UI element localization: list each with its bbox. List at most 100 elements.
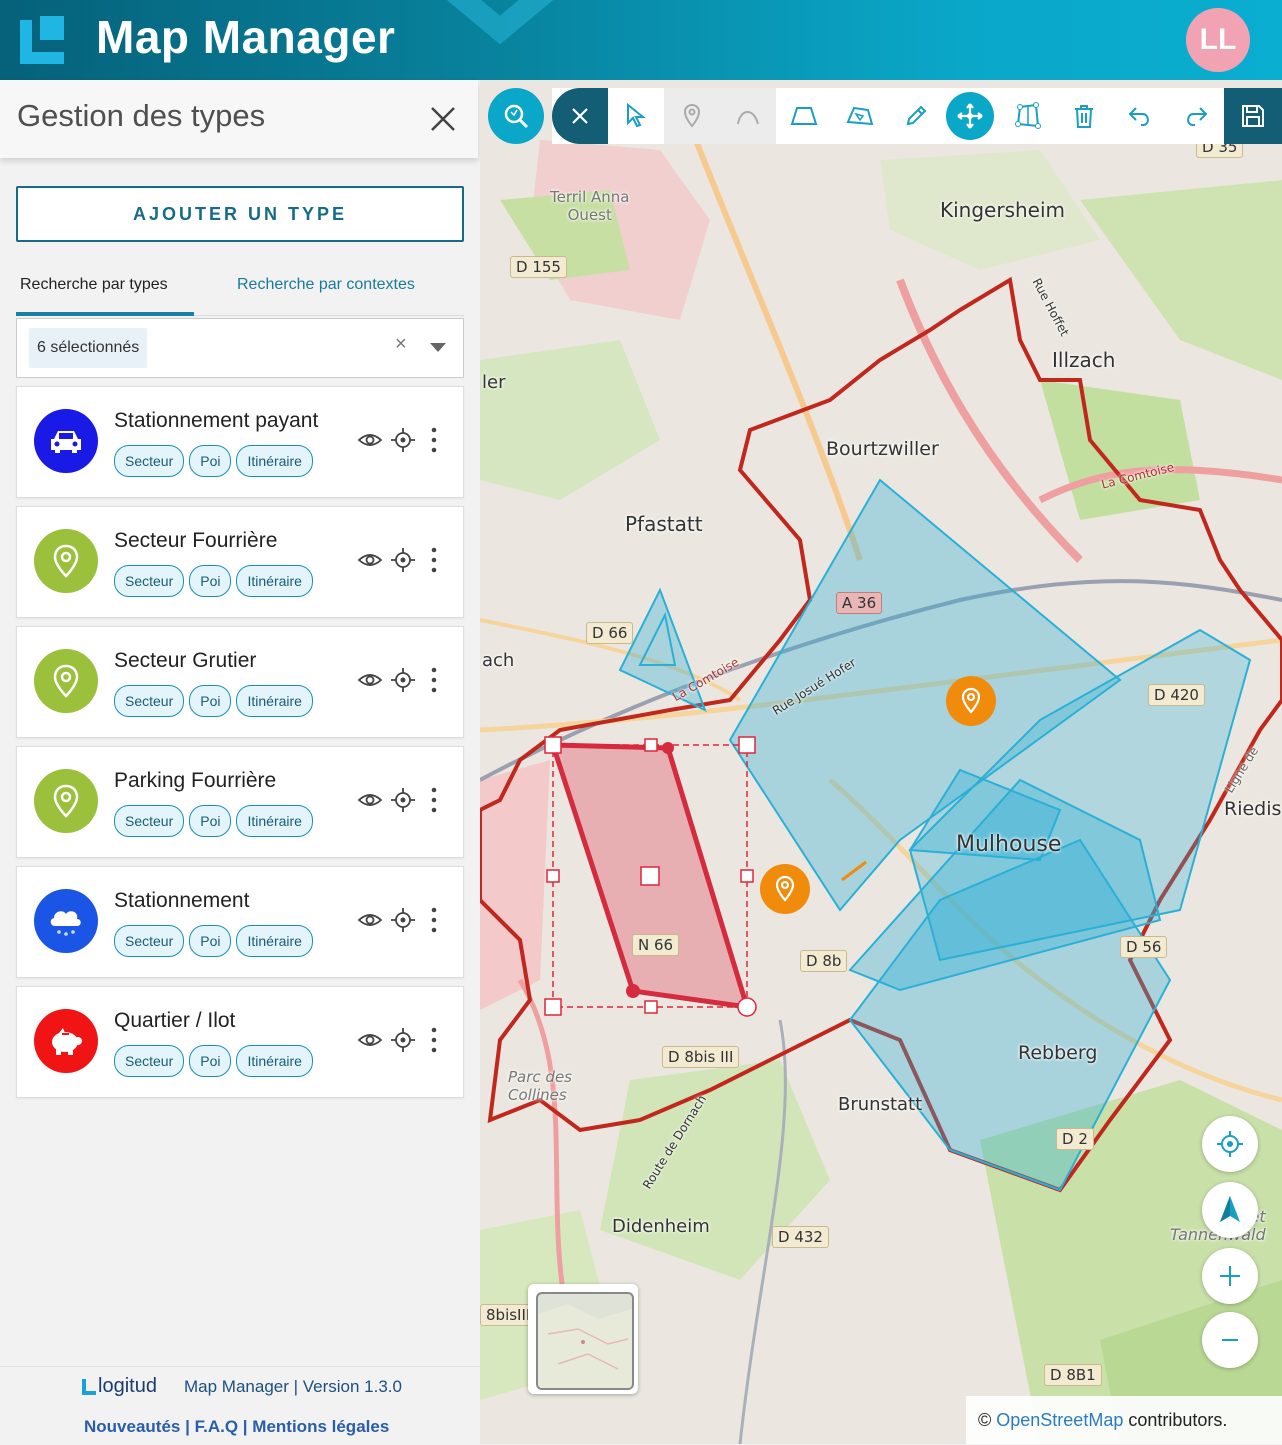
tag-poi[interactable]: Poi (189, 1045, 232, 1077)
more-options-icon[interactable] (425, 1027, 451, 1053)
visibility-eye-icon[interactable] (357, 427, 383, 453)
trash-icon[interactable] (1056, 88, 1112, 144)
type-card: Stationnement Secteur Poi Itinéraire (16, 866, 464, 978)
map-label-brunstatt: Brunstatt (838, 1094, 923, 1115)
locate-target-icon[interactable] (390, 907, 416, 933)
transform-icon[interactable] (1000, 88, 1056, 144)
openstreetmap-link[interactable]: OpenStreetMap (996, 1410, 1123, 1431)
search-map-icon[interactable] (488, 88, 544, 144)
type-card: Quartier / Ilot Secteur Poi Itinéraire (16, 986, 464, 1098)
logitud-brand: logitud (98, 1375, 157, 1397)
map-view[interactable]: Kingersheim Illzach Bourtzwiller Pfastat… (480, 80, 1282, 1444)
map-label-terril: Terril Anna Ouest (550, 188, 630, 224)
minimap-view (536, 1292, 634, 1390)
tag-secteur[interactable]: Secteur (114, 805, 185, 837)
user-avatar[interactable]: LL (1186, 8, 1250, 72)
zoom-out-button[interactable] (1202, 1312, 1258, 1368)
active-tab-indicator (16, 312, 194, 316)
overview-minimap[interactable] (528, 1284, 638, 1394)
close-icon[interactable] (552, 88, 608, 144)
tab-search-by-contexts[interactable]: Recherche par contextes (237, 276, 415, 294)
tag-poi[interactable]: Poi (189, 925, 232, 957)
close-icon[interactable] (428, 104, 458, 134)
zoom-in-button[interactable] (1202, 1248, 1258, 1304)
add-type-button[interactable]: AJOUTER UN TYPE (16, 186, 464, 242)
attribution-prefix: © (978, 1409, 992, 1430)
tag-itineraire[interactable]: Itinéraire (236, 445, 313, 477)
map-pin-icon (34, 529, 98, 593)
link-nouveautes[interactable]: Nouveautés (84, 1417, 180, 1436)
redo-icon[interactable] (1168, 88, 1224, 144)
more-options-icon[interactable] (425, 907, 451, 933)
map-label-illzach: Illzach (1052, 348, 1116, 372)
poi-marker[interactable] (760, 864, 810, 914)
move-icon[interactable] (946, 92, 994, 140)
select-cursor-icon[interactable] (608, 88, 664, 144)
tag-secteur[interactable]: Secteur (114, 445, 185, 477)
road-label-d8bis: D 8bis III (662, 1046, 740, 1068)
more-options-icon[interactable] (425, 547, 451, 573)
locate-target-icon[interactable] (390, 547, 416, 573)
tab-search-by-types[interactable]: Recherche par types (20, 276, 168, 294)
map-attribution: © OpenStreetMap contributors. (966, 1396, 1282, 1444)
locate-target-icon[interactable] (390, 787, 416, 813)
poi-pin-icon[interactable] (664, 88, 720, 144)
tag-secteur[interactable]: Secteur (114, 1045, 185, 1077)
locate-target-icon[interactable] (390, 427, 416, 453)
tag-itineraire[interactable]: Itinéraire (236, 805, 313, 837)
more-options-icon[interactable] (425, 667, 451, 693)
link-mentions-legales[interactable]: Mentions légales (252, 1417, 389, 1436)
tag-secteur[interactable]: Secteur (114, 565, 185, 597)
visibility-eye-icon[interactable] (357, 667, 383, 693)
road-label-n66: N 66 (632, 934, 680, 956)
tag-poi[interactable]: Poi (189, 565, 232, 597)
clear-selection-icon[interactable]: × (395, 333, 407, 356)
visibility-eye-icon[interactable] (357, 787, 383, 813)
more-options-icon[interactable] (425, 787, 451, 813)
visibility-eye-icon[interactable] (357, 547, 383, 573)
map-label-riedis: Riedis (1224, 798, 1282, 820)
visibility-eye-icon[interactable] (357, 1027, 383, 1053)
map-pin-icon (961, 687, 981, 714)
locate-target-icon[interactable] (390, 667, 416, 693)
polygon-edit-icon[interactable] (832, 88, 888, 144)
road-label-d8b1: D 8B1 (1044, 1364, 1102, 1386)
polygon-icon[interactable] (776, 88, 832, 144)
type-filter-select[interactable]: 6 sélectionnés × (16, 318, 464, 378)
chevron-down-icon[interactable] (430, 343, 446, 352)
pencil-icon[interactable] (888, 88, 944, 144)
line-draw-icon[interactable] (720, 88, 776, 144)
tag-poi[interactable]: Poi (189, 805, 232, 837)
tag-secteur[interactable]: Secteur (114, 685, 185, 717)
types-panel: Gestion des types AJOUTER UN TYPE Recher… (0, 80, 480, 1445)
compass-arrow-icon (1220, 1196, 1240, 1222)
undo-icon[interactable] (1112, 88, 1168, 144)
tag-itineraire[interactable]: Itinéraire (236, 925, 313, 957)
visibility-eye-icon[interactable] (357, 907, 383, 933)
footer-links: Nouveautés | F.A.Q | Mentions légales (84, 1417, 389, 1437)
type-card: Secteur Grutier Secteur Poi Itinéraire (16, 626, 464, 738)
locate-me-button[interactable] (1202, 1116, 1258, 1172)
tag-itineraire[interactable]: Itinéraire (236, 1045, 313, 1077)
car-icon (34, 409, 98, 473)
save-icon[interactable] (1224, 88, 1282, 144)
logitud-logo: logitud (82, 1375, 157, 1398)
version-text: Map Manager | Version 1.3.0 (184, 1377, 402, 1396)
link-faq[interactable]: F.A.Q (195, 1417, 238, 1436)
map-label-didenheim: Didenheim (612, 1216, 710, 1237)
more-options-icon[interactable] (425, 427, 451, 453)
tag-itineraire[interactable]: Itinéraire (236, 685, 313, 717)
tag-secteur[interactable]: Secteur (114, 925, 185, 957)
poi-marker[interactable] (946, 676, 996, 726)
tag-poi[interactable]: Poi (189, 685, 232, 717)
type-card: Parking Fourrière Secteur Poi Itinéraire (16, 746, 464, 858)
tag-poi[interactable]: Poi (189, 445, 232, 477)
logitud-logo-icon (82, 1378, 96, 1395)
map-canvas[interactable] (480, 80, 1282, 1444)
panel-title: Gestion des types (17, 98, 266, 133)
type-name: Quartier / Ilot (114, 1009, 236, 1032)
compass-north-button[interactable] (1202, 1182, 1258, 1238)
locate-target-icon[interactable] (390, 1027, 416, 1053)
tag-itineraire[interactable]: Itinéraire (236, 565, 313, 597)
attribution-suffix: contributors. (1128, 1409, 1228, 1430)
